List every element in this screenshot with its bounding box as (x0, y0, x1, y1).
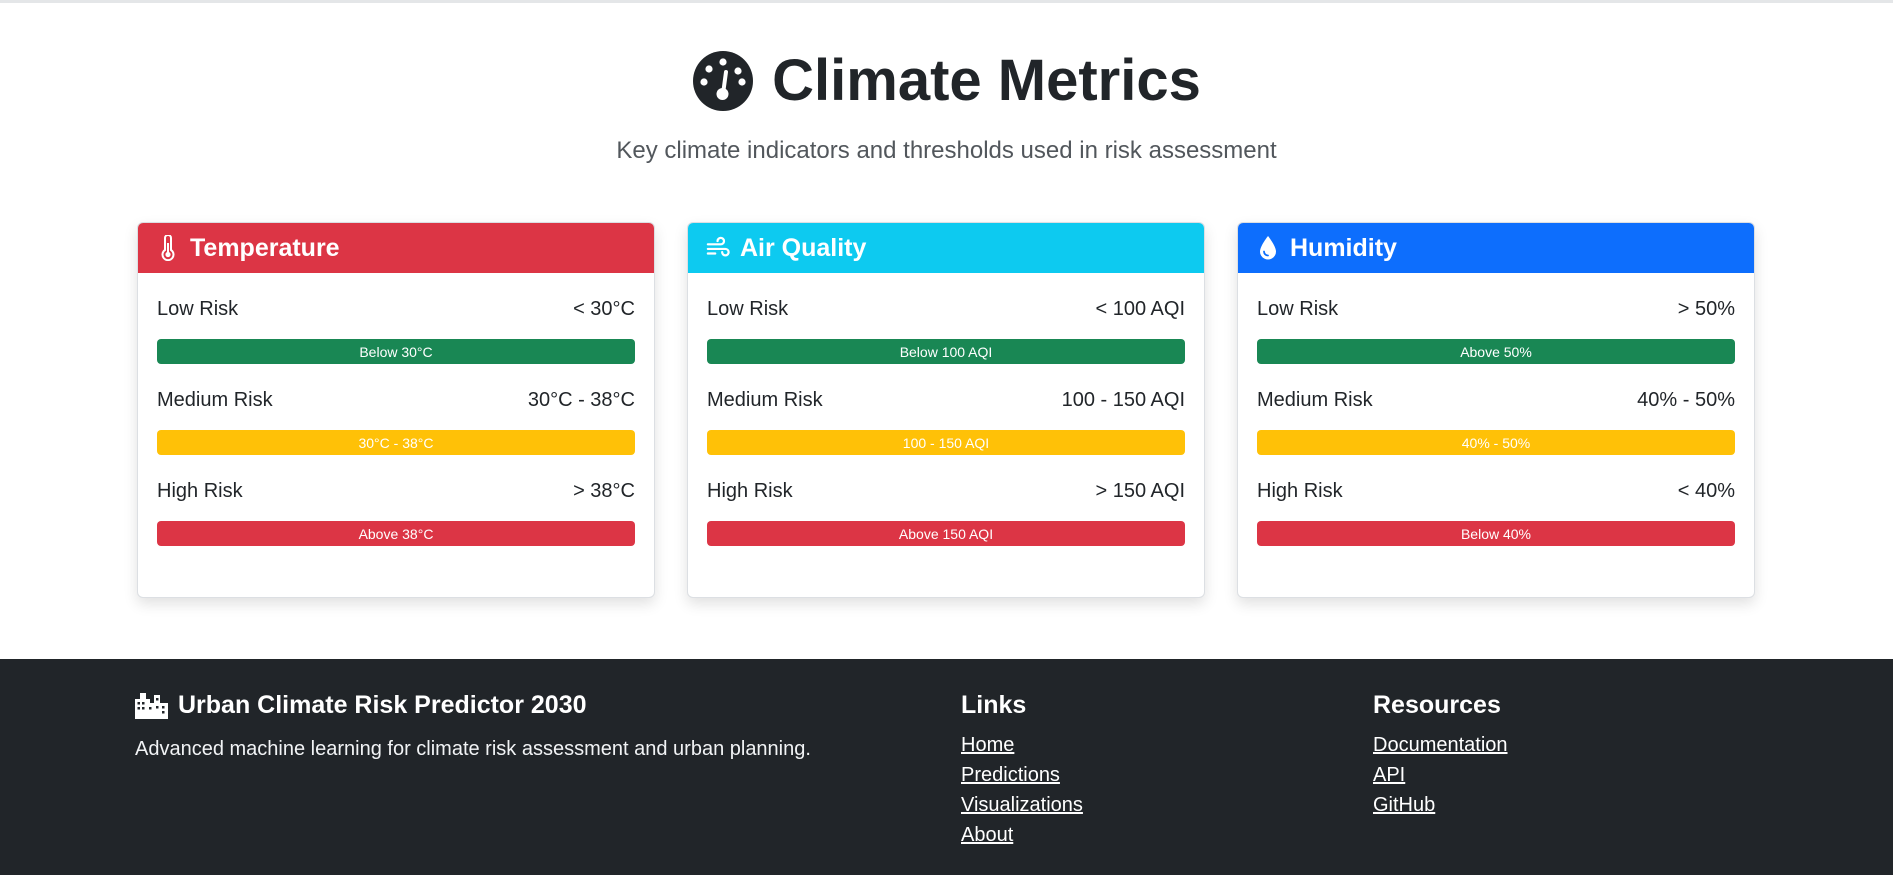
low-risk-row: Low Risk < 30°C (157, 293, 635, 325)
droplet-icon (1260, 236, 1276, 260)
city-icon (135, 692, 168, 719)
card-body: Low Risk < 30°C Below 30°C Medium Risk 3… (138, 273, 654, 546)
footer-brand-column: Urban Climate Risk Predictor 2030 Advanc… (135, 691, 811, 761)
footer-resources-heading: Resources (1373, 691, 1501, 719)
high-risk-bar: Above 150 AQI (707, 521, 1185, 546)
medium-risk-row: Medium Risk 40% - 50% (1257, 384, 1735, 416)
footer-link-about[interactable]: About (961, 824, 1013, 846)
low-risk-row: Low Risk < 100 AQI (707, 293, 1185, 325)
risk-value: > 150 AQI (1095, 479, 1185, 502)
wind-icon (706, 236, 730, 257)
risk-value: 40% - 50% (1637, 388, 1735, 411)
risk-label: High Risk (1257, 479, 1343, 502)
risk-value: < 40% (1677, 479, 1735, 502)
footer-resources-list: Documentation API GitHub (1373, 734, 1508, 824)
air-quality-card-header: Air Quality (688, 223, 1204, 273)
card-title: Temperature (190, 233, 340, 262)
thermometer-icon (161, 235, 175, 261)
card-title: Air Quality (740, 233, 867, 262)
high-risk-bar: Below 40% (1257, 521, 1735, 546)
risk-value: > 50% (1677, 297, 1735, 320)
risk-label: Low Risk (1257, 297, 1339, 320)
page-title: Climate Metrics (692, 47, 1201, 114)
footer-links-list: Home Predictions Visualizations About (961, 734, 1083, 854)
medium-risk-bar: 100 - 150 AQI (707, 430, 1185, 455)
medium-risk-bar: 40% - 50% (1257, 430, 1735, 455)
footer-link-predictions[interactable]: Predictions (961, 764, 1060, 786)
high-risk-row: High Risk > 150 AQI (707, 475, 1185, 507)
footer-resources-column: Resources Documentation API GitHub (1373, 691, 1508, 824)
temperature-card: Temperature Low Risk < 30°C Below 30°C M… (137, 222, 655, 598)
medium-risk-row: Medium Risk 100 - 150 AQI (707, 384, 1185, 416)
footer-brand-name: Urban Climate Risk Predictor 2030 (178, 691, 587, 719)
risk-value: 100 - 150 AQI (1061, 388, 1185, 411)
low-risk-row: Low Risk > 50% (1257, 293, 1735, 325)
risk-label: Low Risk (707, 297, 789, 320)
footer-link-visualizations[interactable]: Visualizations (961, 794, 1083, 816)
risk-label: High Risk (157, 479, 243, 502)
low-risk-bar: Above 50% (1257, 339, 1735, 364)
high-risk-bar: Above 38°C (157, 521, 635, 546)
risk-label: Medium Risk (1257, 388, 1373, 411)
low-risk-bar: Below 30°C (157, 339, 635, 364)
risk-value: > 38°C (573, 479, 635, 502)
risk-value: 30°C - 38°C (527, 388, 635, 411)
risk-label: Low Risk (157, 297, 239, 320)
page-title-text: Climate Metrics (772, 48, 1201, 113)
tachometer-icon (693, 50, 754, 111)
footer-links-column: Links Home Predictions Visualizations Ab… (961, 691, 1083, 854)
medium-risk-bar: 30°C - 38°C (157, 430, 635, 455)
metrics-cards: Temperature Low Risk < 30°C Below 30°C M… (137, 222, 1755, 598)
risk-value: < 100 AQI (1095, 297, 1185, 320)
footer-links-heading: Links (961, 691, 1027, 719)
footer-description: Advanced machine learning for climate ri… (135, 738, 811, 760)
risk-label: Medium Risk (707, 388, 823, 411)
page-subtitle: Key climate indicators and thresholds us… (616, 136, 1277, 164)
medium-risk-row: Medium Risk 30°C - 38°C (157, 384, 635, 416)
card-body: Low Risk < 100 AQI Below 100 AQI Medium … (688, 273, 1204, 546)
card-title: Humidity (1290, 233, 1397, 262)
risk-label: High Risk (707, 479, 793, 502)
risk-value: < 30°C (573, 297, 635, 320)
footer-link-documentation[interactable]: Documentation (1373, 734, 1508, 756)
footer-link-home[interactable]: Home (961, 734, 1014, 756)
risk-label: Medium Risk (157, 388, 273, 411)
site-footer: Urban Climate Risk Predictor 2030 Advanc… (0, 659, 1893, 875)
high-risk-row: High Risk < 40% (1257, 475, 1735, 507)
footer-link-api[interactable]: API (1373, 764, 1405, 786)
hero-section: Climate Metrics Key climate indicators a… (0, 3, 1893, 165)
humidity-card-header: Humidity (1238, 223, 1754, 273)
footer-brand: Urban Climate Risk Predictor 2030 (135, 691, 811, 720)
humidity-card: Humidity Low Risk > 50% Above 50% Medium… (1237, 222, 1755, 598)
card-body: Low Risk > 50% Above 50% Medium Risk 40%… (1238, 273, 1754, 546)
low-risk-bar: Below 100 AQI (707, 339, 1185, 364)
air-quality-card: Air Quality Low Risk < 100 AQI Below 100… (687, 222, 1205, 598)
high-risk-row: High Risk > 38°C (157, 475, 635, 507)
temperature-card-header: Temperature (138, 223, 654, 273)
footer-link-github[interactable]: GitHub (1373, 794, 1435, 816)
